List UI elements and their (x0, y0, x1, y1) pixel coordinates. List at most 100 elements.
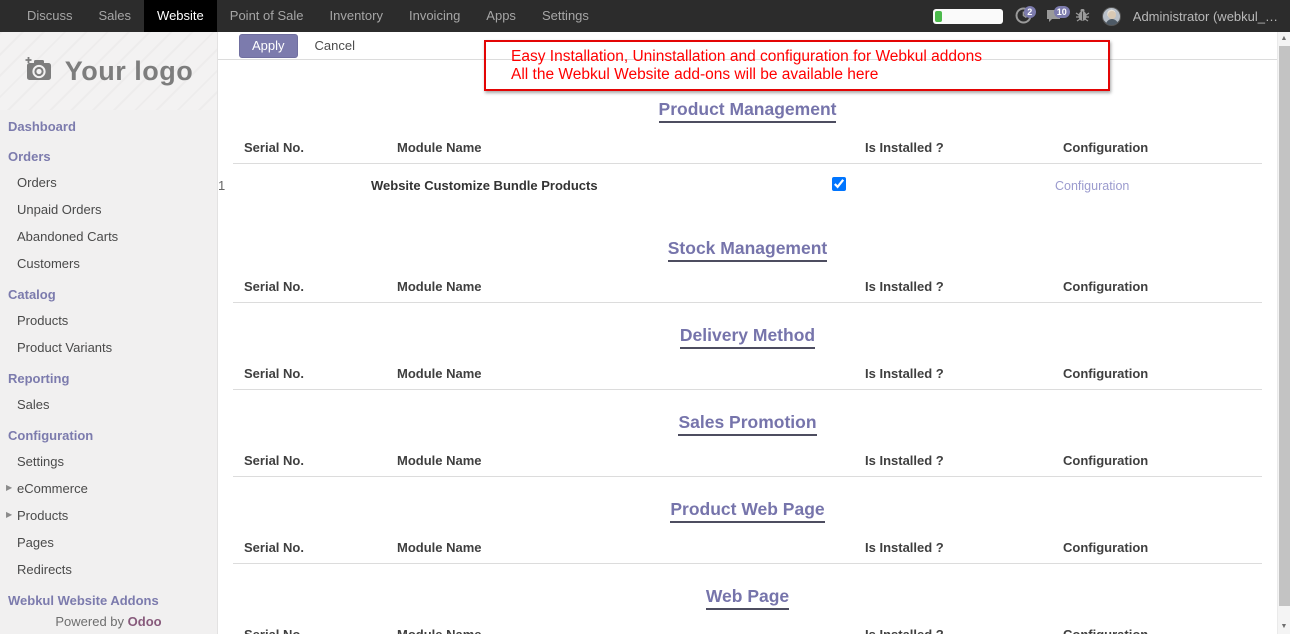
column-header-serial-no: Serial No. (244, 627, 397, 634)
sidebar-item-label: Products (17, 508, 68, 523)
nav-item-website[interactable]: Website (144, 0, 217, 32)
installed-checkbox[interactable] (832, 177, 846, 191)
chevron-right-icon: ▶ (6, 510, 12, 519)
header-divider (233, 476, 1262, 477)
table-header-row: Serial No.Module NameIs Installed ?Confi… (218, 279, 1277, 294)
logo-area[interactable]: Your logo (0, 32, 217, 110)
section-title: Delivery Method (680, 325, 815, 349)
apply-button[interactable]: Apply (239, 34, 298, 58)
main-panel: Apply Cancel Easy Installation, Uninstal… (218, 32, 1277, 634)
sidebar-item-ecommerce[interactable]: ▶ eCommerce (0, 475, 217, 502)
table-header-row: Serial No.Module NameIs Installed ?Confi… (218, 540, 1277, 555)
section-title-row: Product Web Page (218, 499, 1277, 523)
sidebar-item-settings[interactable]: Settings (0, 448, 217, 475)
annotation-line2: All the Webkul Website add-ons will be a… (511, 66, 1108, 84)
table-header-row: Serial No.Module NameIs Installed ?Confi… (218, 453, 1277, 468)
column-header-configuration: Configuration (1063, 140, 1277, 155)
header-divider (233, 389, 1262, 390)
messages-button[interactable]: 10 (1045, 7, 1063, 25)
table-row: 1Website Customize Bundle ProductsConfig… (218, 164, 1277, 216)
sidebar-item-abandoned-carts[interactable]: Abandoned Carts (0, 223, 217, 250)
sidebar-item-label: Customers (17, 256, 80, 271)
scroll-up-arrow-icon[interactable]: ▲ (1278, 32, 1290, 46)
column-header-module-name: Module Name (397, 279, 865, 294)
powered-by-label: Powered by (55, 614, 124, 629)
sidebar-item-unpaid-orders[interactable]: Unpaid Orders (0, 196, 217, 223)
sidebar-item-products[interactable]: Products (0, 307, 217, 334)
module-section-stock-management: Stock Management Serial No.Module NameIs … (218, 238, 1277, 303)
section-title-row: Stock Management (218, 238, 1277, 262)
nav-item-settings[interactable]: Settings (529, 0, 602, 32)
sidebar-section-dashboard[interactable]: Dashboard (0, 114, 217, 139)
message-badge: 10 (1054, 6, 1070, 18)
sidebar-item-label: Product Variants (17, 340, 112, 355)
module-section-product-web-page: Product Web Page Serial No.Module NameIs … (218, 499, 1277, 564)
sidebar-item-label: eCommerce (17, 481, 88, 496)
table-header-row: Serial No.Module NameIs Installed ?Confi… (218, 140, 1277, 155)
activity-badge: 2 (1024, 6, 1036, 18)
camera-plus-icon (24, 56, 54, 87)
column-header-configuration: Configuration (1063, 453, 1277, 468)
column-header-configuration: Configuration (1063, 627, 1277, 634)
sidebar-item-label: Sales (17, 397, 50, 412)
top-nav: DiscussSalesWebsitePoint of SaleInventor… (0, 0, 1290, 32)
debug-button[interactable] (1075, 7, 1090, 26)
activities-button[interactable]: 2 (1015, 7, 1033, 25)
header-divider (233, 302, 1262, 303)
sidebar-section-catalog[interactable]: Catalog (0, 282, 217, 307)
powered-by: Powered by Odoo (0, 614, 217, 629)
sidebar-item-customers[interactable]: Customers (0, 250, 217, 277)
avatar[interactable] (1102, 7, 1121, 26)
sidebar-item-pages[interactable]: Pages (0, 529, 217, 556)
column-header-configuration: Configuration (1063, 366, 1277, 381)
module-section-web-page: Web Page Serial No.Module NameIs Installe… (218, 586, 1277, 634)
header-divider (233, 563, 1262, 564)
odoo-brand-link[interactable]: Odoo (128, 614, 162, 629)
nav-item-sales[interactable]: Sales (86, 0, 145, 32)
section-title: Web Page (706, 586, 789, 610)
column-header-module-name: Module Name (397, 627, 865, 634)
sidebar-item-redirects[interactable]: Redirects (0, 556, 217, 583)
sidebar: Your logo DashboardOrdersOrdersUnpaid Or… (0, 32, 218, 634)
column-header-module-name: Module Name (397, 140, 865, 155)
sidebar-item-orders[interactable]: Orders (0, 169, 217, 196)
sidebar-section-webkul-website-addons[interactable]: Webkul Website Addons (0, 588, 217, 613)
scrollbar-thumb[interactable] (1279, 46, 1290, 606)
top-nav-right: 2 10 Administrator (webkul_… (933, 0, 1290, 32)
nav-item-inventory[interactable]: Inventory (317, 0, 396, 32)
section-title: Sales Promotion (678, 412, 816, 436)
sidebar-item-label: Redirects (17, 562, 72, 577)
user-menu[interactable]: Administrator (webkul_… (1133, 9, 1278, 24)
vertical-scrollbar[interactable]: ▲ ▼ (1277, 32, 1290, 634)
column-header-serial-no: Serial No. (244, 366, 397, 381)
chevron-right-icon: ▶ (6, 483, 12, 492)
section-title-row: Web Page (218, 586, 1277, 610)
configuration-link[interactable]: Configuration (1037, 179, 1129, 193)
sidebar-section-orders[interactable]: Orders (0, 144, 217, 169)
sidebar-item-products[interactable]: ▶ Products (0, 502, 217, 529)
column-header-is-installed: Is Installed ? (865, 140, 1063, 155)
column-header-module-name: Module Name (397, 540, 865, 555)
column-header-module-name: Module Name (397, 453, 865, 468)
app-window: DiscussSalesWebsitePoint of SaleInventor… (0, 0, 1290, 634)
column-header-is-installed: Is Installed ? (865, 279, 1063, 294)
nav-item-invoicing[interactable]: Invoicing (396, 0, 473, 32)
nav-item-discuss[interactable]: Discuss (14, 0, 86, 32)
sidebar-item-label: Pages (17, 535, 54, 550)
cancel-button[interactable]: Cancel (315, 38, 355, 53)
sidebar-item-sales[interactable]: Sales (0, 391, 217, 418)
toolbar: Apply Cancel (218, 32, 1277, 60)
installed-cell (839, 177, 1037, 194)
sidebar-section-configuration[interactable]: Configuration (0, 423, 217, 448)
column-header-serial-no: Serial No. (244, 540, 397, 555)
scroll-down-arrow-icon[interactable]: ▼ (1278, 620, 1290, 634)
nav-item-apps[interactable]: Apps (473, 0, 529, 32)
module-section-sales-promotion: Sales Promotion Serial No.Module NameIs I… (218, 412, 1277, 477)
table-header-row: Serial No.Module NameIs Installed ?Confi… (218, 627, 1277, 634)
sidebar-item-product-variants[interactable]: Product Variants (0, 334, 217, 361)
timer-pill[interactable] (933, 9, 1003, 24)
sidebar-menu: DashboardOrdersOrdersUnpaid OrdersAbando… (0, 110, 217, 613)
nav-item-point-of-sale[interactable]: Point of Sale (217, 0, 317, 32)
section-title-row: Product Management (218, 99, 1277, 123)
sidebar-section-reporting[interactable]: Reporting (0, 366, 217, 391)
